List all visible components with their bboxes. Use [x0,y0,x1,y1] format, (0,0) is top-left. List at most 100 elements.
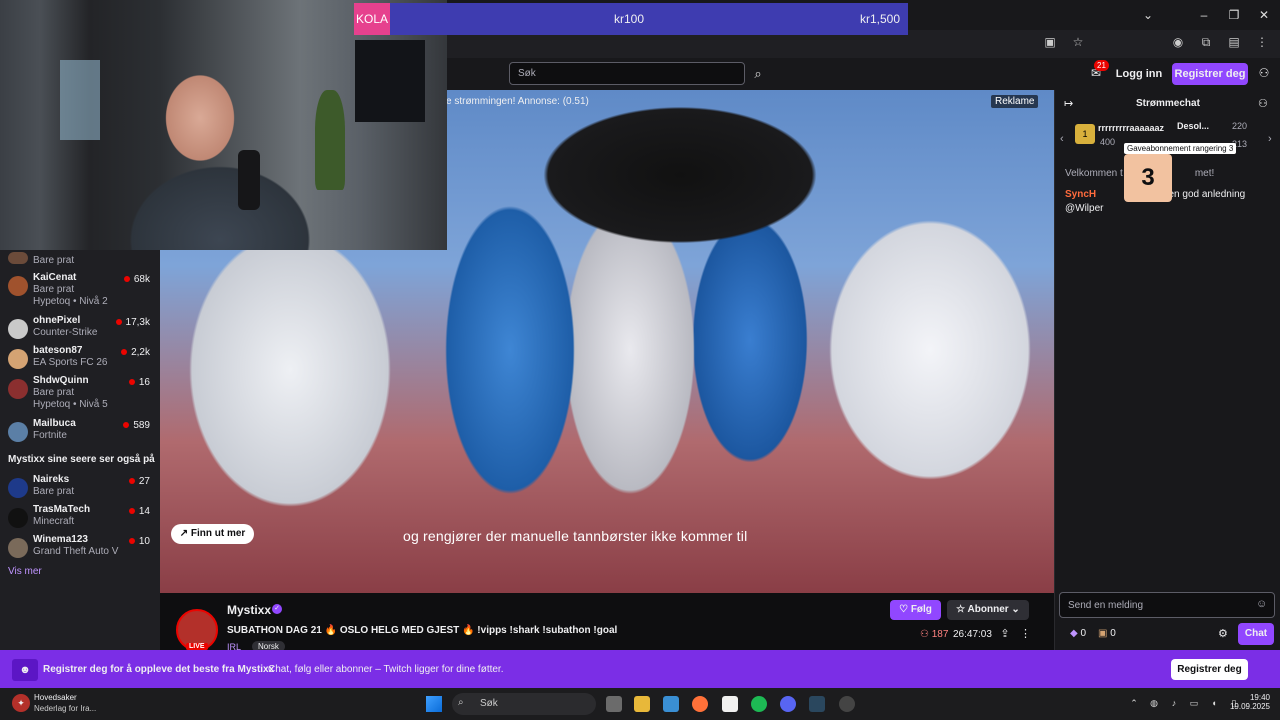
tray-chevron-icon[interactable]: ⌃ [1128,697,1140,709]
find-out-more-button[interactable]: ↗ Finn ut mer [171,524,254,544]
task-view-icon[interactable] [606,696,622,712]
channel-name: ohnePixel [33,315,81,326]
viewer-count: 589 [123,420,150,431]
viewer-count: 27 [129,476,150,487]
avatar [8,252,28,264]
goal-label: KOLA [354,3,390,35]
chat-send-button[interactable]: Chat [1238,623,1274,645]
steam-icon[interactable] [809,696,825,712]
channel-name: bateson87 [33,345,83,356]
search-input[interactable]: Søk [509,62,745,85]
emote-picker-icon[interactable]: ☺ [1256,598,1268,610]
sidebar-channel[interactable]: ShdwQuinn Bare prat Hypetoq • Nivå 5 16 [0,375,160,415]
windows-start-icon[interactable] [426,696,442,712]
subscribe-button[interactable]: ☆ Abonner ⌄ [947,600,1029,620]
app-icon[interactable] [839,696,855,712]
sidebar-channel[interactable]: Mailbuca Fortnite 589 [0,418,160,448]
share-icon[interactable]: ⇪ [998,627,1012,641]
ad-badge[interactable]: Reklame [991,95,1039,108]
user-icon[interactable]: ⚇ [1256,64,1272,82]
channel-name: Naireks [33,474,70,485]
microphone [238,150,260,210]
minimize-icon[interactable]: – [1190,6,1218,24]
login-button[interactable]: Logg inn [1113,64,1165,84]
streamer-name[interactable]: Mystixx [227,603,271,617]
register-button[interactable]: Registrer deg [1172,63,1248,85]
news-subtitle[interactable]: Nederlag for Ira... [34,704,96,713]
channel-name: ShdwQuinn [33,375,89,386]
goal-current: kr100 [614,12,645,26]
gift-rank-3-badge[interactable]: 3 [1124,154,1172,202]
close-icon[interactable]: ✕ [1250,6,1278,24]
photos-icon[interactable] [663,696,679,712]
maximize-icon[interactable]: ❐ [1220,6,1248,24]
chat-title: Strømmechat [1136,98,1200,109]
account-icon[interactable]: ◉ [1170,34,1186,50]
tray-app-icon[interactable]: ◍ [1148,697,1160,709]
channel-category: Bare prat [33,486,75,497]
gift-rank-badge: 1 [1075,124,1095,144]
chat-input[interactable]: Send en melding [1059,592,1275,618]
sidebar-channel[interactable]: TrasMaTech Minecraft 14 [0,504,160,534]
stream-viewer-count: ⚇ 187 [920,629,949,640]
channel-category: Minecraft [33,516,75,527]
goal-target: kr1,500 [859,12,900,26]
file-explorer-icon[interactable] [634,696,650,712]
subscribe-label: Abonner [967,604,1009,615]
channel-points-b[interactable]: ▣ 0 [1098,628,1116,639]
viewer-count: 68k [124,274,150,285]
tab-list-icon[interactable]: ⌄ [1134,6,1162,24]
avatar [8,379,28,399]
firefox-icon[interactable] [692,696,708,712]
extension-badge-icon[interactable]: ▤ [1226,34,1242,50]
sidebar-channel[interactable]: Winema123 Grand Theft Auto V 10 [0,534,160,564]
see-more-link[interactable]: Vis mer [8,566,42,577]
leaderboard-prev-icon[interactable]: ‹ [1060,133,1064,145]
spotify-icon[interactable] [751,696,767,712]
channel-category: EA Sports FC 26 [33,357,108,368]
tv-screen [355,40,425,122]
sidebar-channel[interactable]: ohnePixel Counter-Strike 17,3k [0,315,160,345]
twitch-logo-icon: ☻ [12,659,38,681]
chat-users-icon[interactable]: ⚇ [1258,97,1270,110]
follow-label: Følg [910,604,932,615]
notepad-icon[interactable] [722,696,738,712]
search-icon[interactable]: ⌕ [747,62,769,85]
sidebar-channel[interactable]: KaiCenat Bare prat Hypetoq • Nivå 2 68k [0,272,160,312]
discord-icon[interactable] [780,696,796,712]
ad-countdown-text: e strømmingen! Annonse: (0.51) [446,96,589,107]
channel-category: Counter-Strike [33,327,98,338]
bits-icon: ◆ [1070,628,1078,639]
display-icon[interactable]: ▭ [1188,697,1200,709]
welcome-end: met! [1194,168,1215,179]
top-gifter-name[interactable]: rrrrrrrrraaaaaaz [1098,123,1164,133]
channel-points-a[interactable]: ◆ 0 [1070,628,1086,639]
chat-username[interactable]: SyncH [1065,189,1096,200]
news-widget-icon[interactable]: ✦ [12,694,30,712]
leaderboard-next-icon[interactable]: › [1268,133,1272,145]
banner-register-button[interactable]: Registrer deg [1171,659,1248,680]
menu-icon[interactable]: ⋮ [1254,34,1270,50]
picture-in-picture-icon[interactable]: ▣ [1042,34,1058,50]
collapse-chat-icon[interactable]: ↦ [1064,97,1076,110]
taskbar-clock[interactable]: 19:40 19.09.2025 [1228,693,1270,711]
second-gifter-name[interactable]: Desol... [1177,121,1209,131]
extensions-icon[interactable]: ⧉ [1198,34,1214,50]
avatar [8,538,28,558]
sidebar-channel[interactable]: bateson87 EA Sports FC 26 2,2k [0,345,160,375]
sidebar-channel[interactable]: Naireks Bare prat 27 [0,474,160,504]
notification-count-badge: 21 [1094,60,1109,71]
avatar [8,349,28,369]
viewer-count: 16 [129,377,150,388]
microphone-icon[interactable]: ♪ [1168,697,1180,709]
taskbar-search[interactable]: Søk [452,693,596,715]
volume-icon[interactable]: ◖ [1208,697,1220,709]
channel-name: Mailbuca [33,418,76,429]
more-options-icon[interactable]: ⋮ [1020,627,1031,641]
bookmark-star-icon[interactable]: ☆ [1070,34,1086,50]
follow-button[interactable]: ♡ Følg [890,600,941,620]
avatar [8,276,28,296]
chat-settings-icon[interactable]: ⚙ [1218,627,1232,641]
sidebar-channel[interactable]: Bare prat [0,252,160,268]
news-title[interactable]: Hovedsaker [34,693,77,702]
